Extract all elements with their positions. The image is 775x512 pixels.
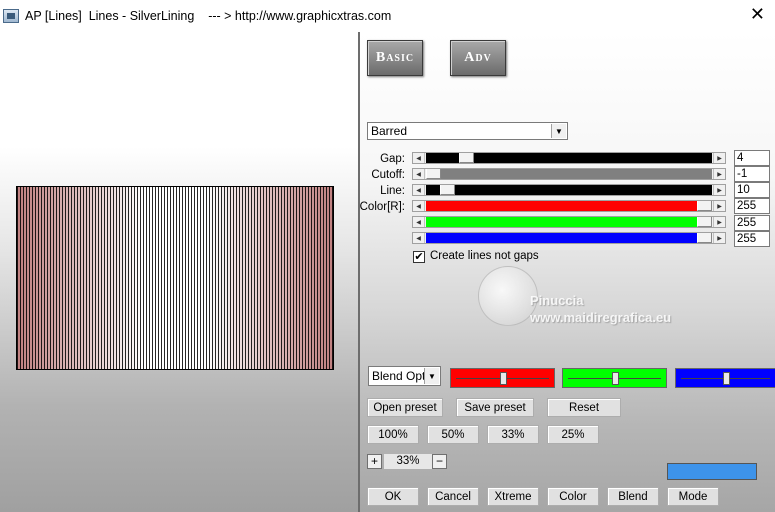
- cutoff-slider[interactable]: ◀ ▶: [412, 168, 726, 180]
- zoom-25-button[interactable]: 25%: [547, 425, 599, 444]
- mode-button[interactable]: Mode: [667, 487, 719, 506]
- basic-tab-button[interactable]: Basic: [367, 40, 423, 76]
- slider-fill: [426, 217, 697, 227]
- create-lines-label: Create lines not gaps: [430, 250, 539, 262]
- slider-fill: [441, 169, 712, 179]
- title-bar: AP [Lines] Lines - SilverLining --- > ht…: [0, 0, 775, 32]
- cutoff-value[interactable]: -1: [734, 166, 770, 182]
- zoom-50-button[interactable]: 50%: [427, 425, 479, 444]
- slider-thumb[interactable]: [697, 201, 712, 211]
- slider-knob[interactable]: [612, 372, 619, 385]
- line-slider[interactable]: ◀ ▶: [412, 184, 726, 196]
- slider-thumb[interactable]: [697, 217, 712, 227]
- preview-panel: [0, 32, 358, 512]
- slider-knob[interactable]: [500, 372, 507, 385]
- close-icon[interactable]: ✕: [750, 4, 765, 24]
- blend-dropdown-value: Blend Optio: [372, 369, 428, 383]
- gap-value[interactable]: 4: [734, 150, 770, 166]
- slider-fill: [454, 185, 712, 195]
- preview-image[interactable]: [16, 186, 334, 370]
- color-r-slider[interactable]: ◀ ▶: [412, 200, 726, 212]
- zoom-100-button[interactable]: 100%: [367, 425, 419, 444]
- right-arrow-icon[interactable]: ▶: [713, 217, 725, 227]
- app-icon: [3, 9, 19, 23]
- zoom-level: 33%: [384, 454, 432, 469]
- cancel-button[interactable]: Cancel: [427, 487, 479, 506]
- left-arrow-icon[interactable]: ◀: [413, 217, 425, 227]
- slider-thumb[interactable]: [458, 153, 474, 163]
- slider-fill: [426, 201, 697, 211]
- slider-thumb[interactable]: [439, 185, 455, 195]
- color-r-value[interactable]: 255: [734, 198, 770, 214]
- left-arrow-icon[interactable]: ◀: [413, 201, 425, 211]
- gap-label: Gap:: [380, 153, 405, 165]
- red-color-slider[interactable]: [450, 368, 555, 388]
- color-button[interactable]: Color: [547, 487, 599, 506]
- right-arrow-icon[interactable]: ▶: [713, 153, 725, 163]
- left-arrow-icon[interactable]: ◀: [413, 185, 425, 195]
- zoom-33-button[interactable]: 33%: [487, 425, 539, 444]
- cutoff-label: Cutoff:: [371, 169, 405, 181]
- gap-slider[interactable]: ◀ ▶: [412, 152, 726, 164]
- line-value[interactable]: 10: [734, 182, 770, 198]
- xtreme-button[interactable]: Xtreme: [487, 487, 539, 506]
- blend-options-dropdown[interactable]: Blend Optio ▼: [368, 366, 441, 386]
- create-lines-checkbox[interactable]: ✔: [413, 251, 425, 263]
- color-b-value[interactable]: 255: [734, 231, 770, 247]
- style-dropdown[interactable]: Barred ▼: [367, 122, 568, 140]
- left-arrow-icon[interactable]: ◀: [413, 153, 425, 163]
- slider-fill: [473, 153, 712, 163]
- right-arrow-icon[interactable]: ▶: [713, 201, 725, 211]
- slider-thumb[interactable]: [697, 233, 712, 243]
- line-label: Line:: [380, 185, 405, 197]
- watermark-heart-logo: [478, 266, 538, 326]
- blend-button[interactable]: Blend: [607, 487, 659, 506]
- watermark-text: Pinuccia: [530, 293, 584, 308]
- right-arrow-icon[interactable]: ▶: [713, 233, 725, 243]
- green-color-slider[interactable]: [562, 368, 667, 388]
- color-g-value[interactable]: 255: [734, 215, 770, 231]
- settings-panel: Basic Adv Barred ▼ Gap: ◀ ▶ 4 Cutoff: ◀ …: [360, 32, 775, 512]
- open-preset-button[interactable]: Open preset: [367, 398, 443, 417]
- save-preset-button[interactable]: Save preset: [456, 398, 534, 417]
- left-arrow-icon[interactable]: ◀: [413, 169, 425, 179]
- slider-fill: [426, 233, 697, 243]
- reset-button[interactable]: Reset: [547, 398, 621, 417]
- zoom-in-button[interactable]: +: [367, 454, 382, 469]
- dropdown-arrow-icon[interactable]: ▼: [424, 368, 439, 384]
- adv-tab-button[interactable]: Adv: [450, 40, 506, 76]
- style-dropdown-value: Barred: [371, 124, 408, 138]
- slider-knob[interactable]: [722, 372, 730, 385]
- color-r-label: Color[R]:: [359, 201, 405, 213]
- slider-fill-left: [426, 185, 440, 195]
- right-arrow-icon[interactable]: ▶: [713, 185, 725, 195]
- slider-fill-left: [426, 153, 459, 163]
- watermark-url: www.maidiregrafica.eu: [530, 310, 672, 325]
- dropdown-arrow-icon[interactable]: ▼: [551, 124, 566, 138]
- ok-button[interactable]: OK: [367, 487, 419, 506]
- color-preview-swatch[interactable]: [667, 463, 757, 480]
- blue-color-slider[interactable]: [675, 368, 775, 388]
- right-arrow-icon[interactable]: ▶: [713, 169, 725, 179]
- left-arrow-icon[interactable]: ◀: [413, 233, 425, 243]
- zoom-out-button[interactable]: −: [432, 454, 447, 469]
- color-g-slider[interactable]: ◀ ▶: [412, 216, 726, 228]
- window-title: AP [Lines] Lines - SilverLining --- > ht…: [25, 9, 392, 23]
- color-b-slider[interactable]: ◀ ▶: [412, 232, 726, 244]
- slider-thumb[interactable]: [426, 169, 441, 179]
